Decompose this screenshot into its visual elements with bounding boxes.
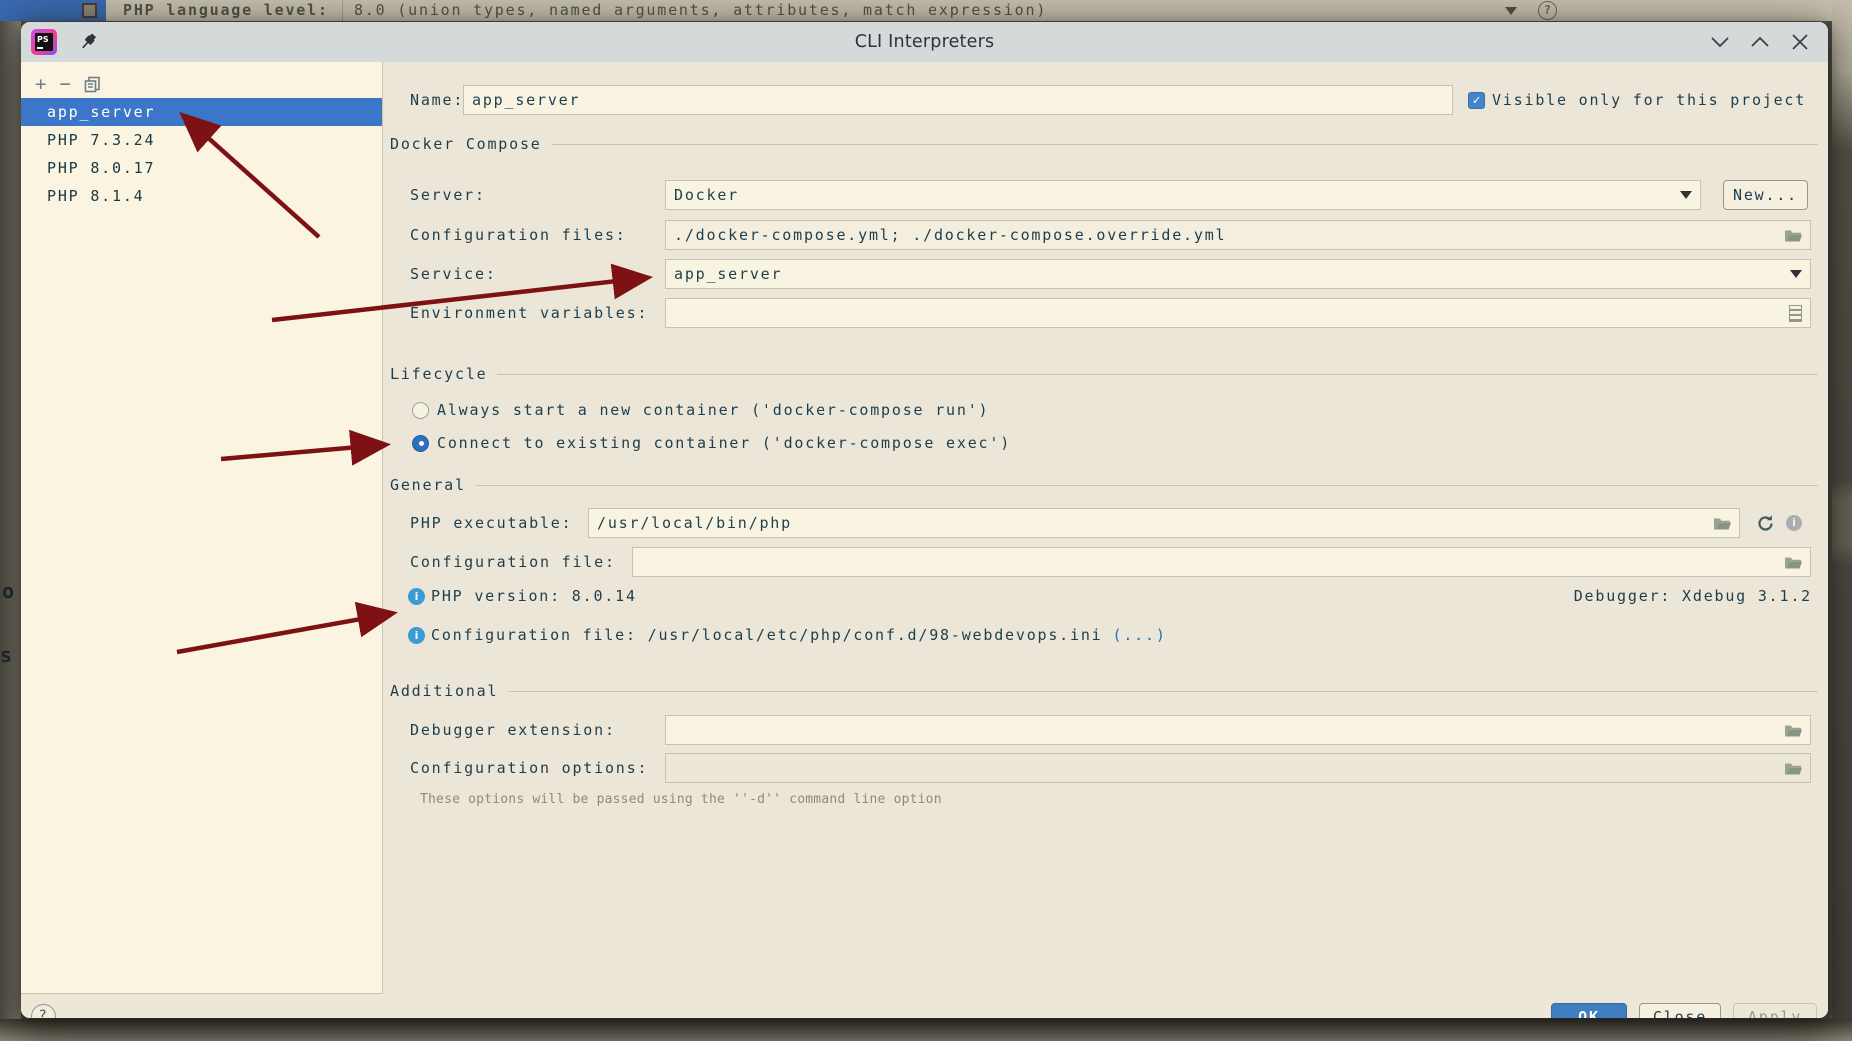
debugger-extension-label: Debugger extension: xyxy=(410,721,616,739)
list-item-app-server[interactable]: app_server xyxy=(21,98,382,126)
php-executable-label: PHP executable: xyxy=(410,514,572,532)
name-input[interactable]: app_server xyxy=(463,85,1453,115)
server-row: Server: xyxy=(410,180,486,210)
interpreter-list: app_server PHP 7.3.24 PHP 8.0.17 PHP 8.1… xyxy=(21,98,382,210)
folder-icon[interactable] xyxy=(1784,761,1802,776)
service-combobox[interactable]: app_server xyxy=(665,259,1811,289)
new-server-button[interactable]: New... xyxy=(1723,180,1808,210)
info-icon: i xyxy=(408,627,425,644)
divider xyxy=(342,0,343,21)
php-version-text: PHP version: 8.0.14 xyxy=(431,587,637,605)
php-language-level-value[interactable]: 8.0 (union types, named arguments, attri… xyxy=(354,1,1047,19)
list-item-php-814[interactable]: PHP 8.1.4 xyxy=(21,182,382,210)
chevron-down-icon xyxy=(1790,270,1802,278)
radio-run-label: Always start a new container ('docker-co… xyxy=(437,401,989,419)
close-icon[interactable] xyxy=(1790,34,1810,50)
environment-variables-input[interactable] xyxy=(665,298,1811,328)
name-row: Name: xyxy=(410,85,464,115)
info-icon: i xyxy=(408,588,425,605)
radio-exec-row[interactable]: Connect to existing container ('docker-c… xyxy=(412,431,1011,455)
radio-exec-label: Connect to existing container ('docker-c… xyxy=(437,434,1011,452)
configuration-file-info-row: i Configuration file: /usr/local/etc/php… xyxy=(408,623,1167,647)
configuration-file-row: Configuration file: xyxy=(410,547,616,577)
configuration-options-input[interactable] xyxy=(665,753,1811,783)
list-item-php-8017[interactable]: PHP 8.0.17 xyxy=(21,154,382,182)
configuration-files-label: Configuration files: xyxy=(410,226,627,244)
copy-interpreter-icon[interactable] xyxy=(84,76,101,93)
folder-icon[interactable] xyxy=(1784,228,1802,243)
interpreter-list-panel: + − app_server PHP 7.3.24 PHP 8.0.17 PHP… xyxy=(21,62,383,994)
background-text-fragment: s xyxy=(0,643,12,667)
dialog-footer: ? OK Close Apply xyxy=(21,994,1828,1018)
name-label: Name: xyxy=(410,91,464,109)
php-language-level-label: PHP language level: xyxy=(123,1,329,19)
chevron-down-icon xyxy=(1680,191,1692,199)
radio-exec[interactable] xyxy=(412,435,429,452)
maximize-icon[interactable] xyxy=(1750,34,1770,50)
folder-icon[interactable] xyxy=(1784,555,1802,570)
help-button[interactable]: ? xyxy=(31,1004,56,1018)
options-hint-text: These options will be passed using the '… xyxy=(420,792,942,807)
folder-icon[interactable] xyxy=(1784,723,1802,738)
section-general: General xyxy=(390,475,1818,495)
environment-variables-label: Environment variables: xyxy=(410,304,648,322)
dialog-titlebar[interactable]: PS CLI Interpreters xyxy=(21,22,1828,62)
list-toolbar: + − xyxy=(21,72,101,96)
radio-run-row[interactable]: Always start a new container ('docker-co… xyxy=(412,398,989,422)
configuration-options-row: Configuration options: xyxy=(410,753,648,783)
help-icon[interactable]: ? xyxy=(1538,1,1557,20)
configuration-file-info-text: Configuration file: /usr/local/etc/php/c… xyxy=(431,626,1103,644)
cli-interpreters-dialog: PS CLI Interpreters xyxy=(21,22,1828,1018)
screen: PHP language level: 8.0 (union types, na… xyxy=(0,0,1852,1041)
debugger-extension-row: Debugger extension: xyxy=(410,715,616,745)
configuration-files-row: Configuration files: xyxy=(410,220,627,250)
section-lifecycle: Lifecycle xyxy=(390,364,1818,384)
php-version-row: i PHP version: 8.0.14 Debugger: Xdebug 3… xyxy=(408,584,1812,608)
minimize-icon[interactable] xyxy=(1710,34,1730,50)
php-executable-input[interactable]: /usr/local/bin/php xyxy=(588,508,1740,538)
background-settings-bar: PHP language level: 8.0 (union types, na… xyxy=(0,0,1852,21)
apply-button-disabled: Apply xyxy=(1733,1003,1817,1018)
configuration-options-label: Configuration options: xyxy=(410,759,648,777)
ok-button[interactable]: OK xyxy=(1551,1003,1627,1018)
background-text-fragment: o xyxy=(2,579,14,603)
visible-project-checkbox[interactable]: ✓ xyxy=(1468,92,1485,109)
server-label: Server: xyxy=(410,186,486,204)
chevron-down-icon[interactable] xyxy=(1505,7,1517,15)
background-window-icon xyxy=(82,3,97,18)
configuration-files-input[interactable]: ./docker-compose.yml; ./docker-compose.o… xyxy=(665,220,1811,250)
service-label: Service: xyxy=(410,265,497,283)
section-additional: Additional xyxy=(390,681,1818,701)
php-executable-row: PHP executable: xyxy=(410,508,572,538)
server-combobox[interactable]: Docker xyxy=(665,180,1701,210)
background-scrollbar[interactable] xyxy=(1832,0,1852,1041)
reload-phpinfo-icon[interactable] xyxy=(1756,514,1775,533)
info-icon[interactable]: i xyxy=(1786,515,1802,531)
background-bottom-edge xyxy=(0,1019,1852,1041)
debugger-version-text: Debugger: Xdebug 3.1.2 xyxy=(1574,587,1812,605)
visible-project-label: Visible only for this project xyxy=(1492,91,1806,109)
configuration-file-input[interactable] xyxy=(632,547,1811,577)
radio-run[interactable] xyxy=(412,402,429,419)
visible-project-checkbox-row: ✓ Visible only for this project xyxy=(1468,85,1806,115)
list-item-php-7324[interactable]: PHP 7.3.24 xyxy=(21,126,382,154)
close-button[interactable]: Close xyxy=(1639,1003,1721,1018)
interpreter-settings-panel: Name: app_server ✓ Visible only for this… xyxy=(384,62,1828,994)
configuration-file-label: Configuration file: xyxy=(410,553,616,571)
service-row: Service: xyxy=(410,259,497,289)
background-left-edge: o s xyxy=(0,21,21,1041)
section-docker-compose: Docker Compose xyxy=(390,134,1818,154)
folder-icon[interactable] xyxy=(1713,516,1731,531)
show-more-link[interactable]: (...) xyxy=(1113,626,1167,644)
dialog-title: CLI Interpreters xyxy=(21,22,1828,62)
add-interpreter-button[interactable]: + xyxy=(35,74,46,94)
edit-variables-icon[interactable] xyxy=(1789,305,1802,322)
environment-variables-row: Environment variables: xyxy=(410,298,648,328)
remove-interpreter-button[interactable]: − xyxy=(59,74,70,94)
debugger-extension-input[interactable] xyxy=(665,715,1811,745)
